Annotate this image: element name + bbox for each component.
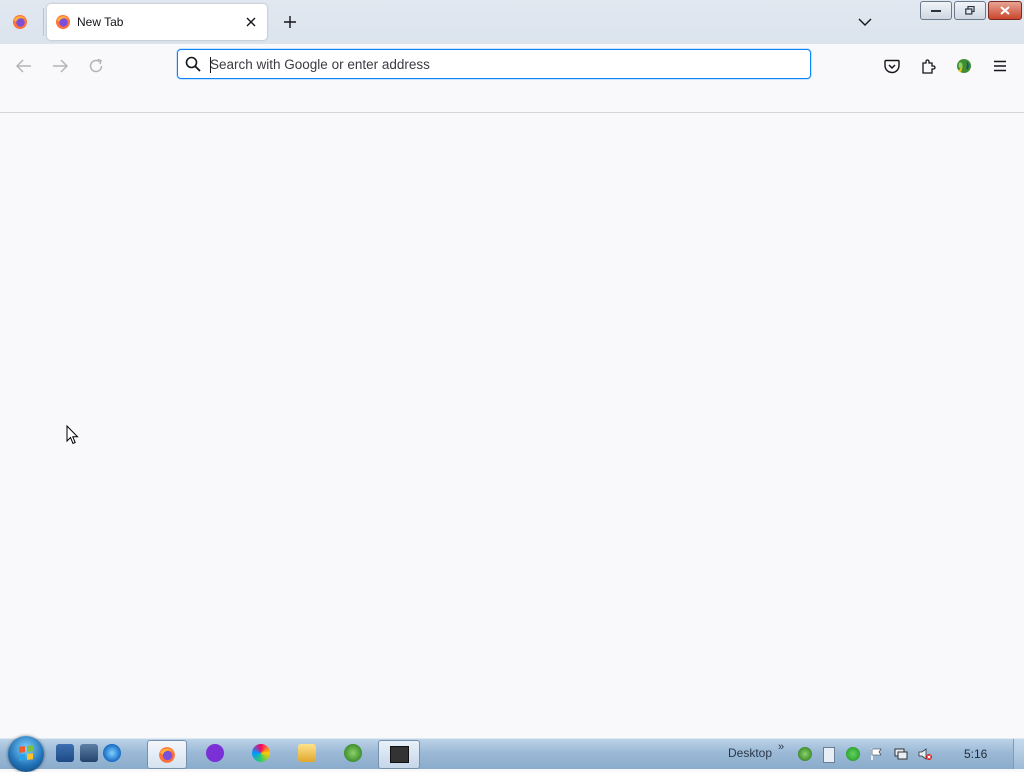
internet-explorer-icon[interactable] [103,744,121,762]
navigation-toolbar [0,44,1024,113]
pocket-icon [884,59,900,73]
firefox-icon [159,747,175,763]
start-button[interactable] [8,736,44,772]
desktop-toolbar-label[interactable]: Desktop [728,746,772,760]
arrow-right-icon [53,59,68,73]
url-bar[interactable] [177,49,811,79]
minimize-button[interactable] [920,1,952,20]
close-icon [1000,6,1010,15]
switch-windows-icon[interactable] [80,744,98,762]
window-controls [920,1,1022,20]
forward-button[interactable] [46,52,74,80]
action-center-flag-icon[interactable] [870,747,884,761]
search-icon [185,56,201,72]
taskbar-app-purple-icon[interactable] [206,744,224,762]
url-input[interactable] [210,53,800,75]
close-icon [246,17,256,27]
restore-button[interactable] [954,1,986,20]
volume-muted-icon[interactable] [918,747,932,761]
tab-new-tab[interactable]: New Tab [47,4,267,40]
new-tab-button[interactable] [279,11,301,33]
network-icon[interactable] [894,747,908,761]
menu-icon [994,60,1006,72]
taskbar-folder-icon[interactable] [298,744,316,762]
taskbar-globe-icon[interactable] [344,744,362,762]
menu-button[interactable] [986,52,1014,80]
tab-close-button[interactable] [241,12,261,32]
chevron-down-icon [858,18,872,26]
extensions-icon [922,59,936,74]
taskbar-app-colorwheel-icon[interactable] [252,744,270,762]
taskbar-terminal[interactable] [378,740,420,769]
taskbar: Desktop » 5:16 [0,736,1024,772]
tab-title: New Tab [77,15,124,29]
firefox-icon [13,15,27,29]
extension-globe-icon [957,59,971,73]
extension-globe-button[interactable] [950,52,978,80]
list-all-tabs-button[interactable] [854,11,876,33]
reload-button[interactable] [82,52,110,80]
minimize-icon [931,9,941,12]
close-window-button[interactable] [988,1,1022,20]
text-caret [210,57,211,73]
pocket-button[interactable] [878,52,906,80]
page-content [0,113,1024,738]
firefox-view-button[interactable] [6,8,34,36]
restore-icon [965,6,975,15]
show-desktop-quicklaunch-icon[interactable] [56,744,74,762]
terminal-icon [390,746,409,763]
mouse-cursor-icon [66,425,79,445]
plus-icon [284,16,296,28]
taskbar-firefox[interactable] [147,740,187,769]
show-desktop-button[interactable] [1013,739,1024,769]
clock[interactable]: 5:16 [964,747,987,761]
tray-security-check-icon[interactable] [846,747,860,761]
reload-icon [89,58,103,73]
tab-strip: New Tab [0,0,1024,44]
windows-logo-icon [19,745,33,761]
tab-separator [43,8,44,36]
arrow-left-icon [16,59,31,73]
firefox-icon [56,15,70,29]
tray-document-icon[interactable] [823,747,835,763]
extensions-button[interactable] [914,52,942,80]
tray-globe-icon[interactable] [798,747,812,761]
back-button[interactable] [10,52,38,80]
toolbar-overflow-button[interactable]: » [778,741,784,753]
